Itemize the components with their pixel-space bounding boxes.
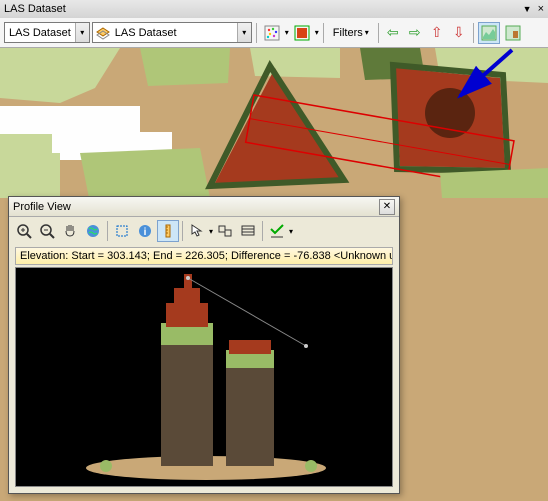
pan-right-button[interactable]: ⇨ [405, 23, 425, 43]
options-button[interactable] [266, 220, 288, 242]
pan-down-button[interactable]: ⇩ [449, 23, 469, 43]
filters-label: Filters [333, 27, 363, 39]
zoom-in-button[interactable] [13, 220, 35, 242]
separator [107, 221, 108, 241]
attribute-button[interactable] [237, 220, 259, 242]
separator [256, 23, 257, 43]
pan-button[interactable] [59, 220, 81, 242]
pan-left-button[interactable]: ⇦ [383, 23, 403, 43]
profile-toolbar: i ▾ ▾ [9, 217, 399, 245]
layer-selector-combo[interactable]: LAS Dataset ▾ [92, 22, 252, 43]
profile-view-window: Profile View ✕ i ▾ ▾ Elevation: Start = … [8, 196, 400, 494]
profile-view-button[interactable] [478, 22, 500, 44]
measure-height-button[interactable] [157, 220, 179, 242]
zoom-out-button[interactable] [36, 220, 58, 242]
profile-titlebar[interactable]: Profile View ✕ [9, 197, 399, 217]
panel-title: LAS Dataset [4, 3, 523, 15]
pan-up-button[interactable]: ⇧ [427, 23, 447, 43]
edit-class-button[interactable] [214, 220, 236, 242]
full-extent-button[interactable] [82, 220, 104, 242]
points-dropdown-icon[interactable]: ▾ [285, 28, 289, 37]
3d-view-button[interactable] [502, 22, 524, 44]
identify-button[interactable]: i [134, 220, 156, 242]
profile-close-button[interactable]: ✕ [379, 199, 395, 215]
las-dataset-type-combo[interactable]: LAS Dataset ▾ [4, 22, 90, 43]
separator [182, 221, 183, 241]
profile-status-bar: Elevation: Start = 303.143; End = 226.30… [15, 247, 393, 265]
filters-button[interactable]: Filters ▾ [328, 22, 374, 44]
separator [473, 23, 474, 43]
filters-dropdown-icon: ▾ [365, 28, 369, 37]
surface-display-button[interactable] [291, 22, 313, 44]
select-button[interactable] [111, 220, 133, 242]
panel-close-button[interactable]: × [538, 3, 544, 15]
las-dataset-panel: LAS Dataset ▼ × LAS Dataset ▾ LAS Datase… [0, 0, 548, 501]
separator [323, 23, 324, 43]
layer-name: LAS Dataset [111, 27, 237, 39]
options-dropdown-icon[interactable]: ▾ [289, 227, 293, 236]
panel-dropdown-icon[interactable]: ▼ [523, 4, 532, 14]
main-toolbar: LAS Dataset ▾ LAS Dataset ▾ ▾ ▾ Filters … [0, 18, 548, 48]
surface-dropdown-icon[interactable]: ▾ [315, 28, 319, 37]
select-dropdown-icon[interactable]: ▾ [209, 227, 213, 236]
combo-dropdown-icon[interactable]: ▾ [75, 23, 89, 42]
combo-dropdown-icon[interactable]: ▾ [237, 23, 251, 42]
svg-text:i: i [144, 227, 147, 238]
separator [262, 221, 263, 241]
point-display-button[interactable] [261, 22, 283, 44]
combo-label: LAS Dataset [5, 27, 75, 39]
panel-titlebar: LAS Dataset ▼ × [0, 0, 548, 18]
profile-title: Profile View [13, 201, 379, 213]
separator [378, 23, 379, 43]
profile-3d-view[interactable] [15, 267, 393, 487]
select-points-button[interactable] [186, 220, 208, 242]
layer-icon [95, 25, 111, 41]
